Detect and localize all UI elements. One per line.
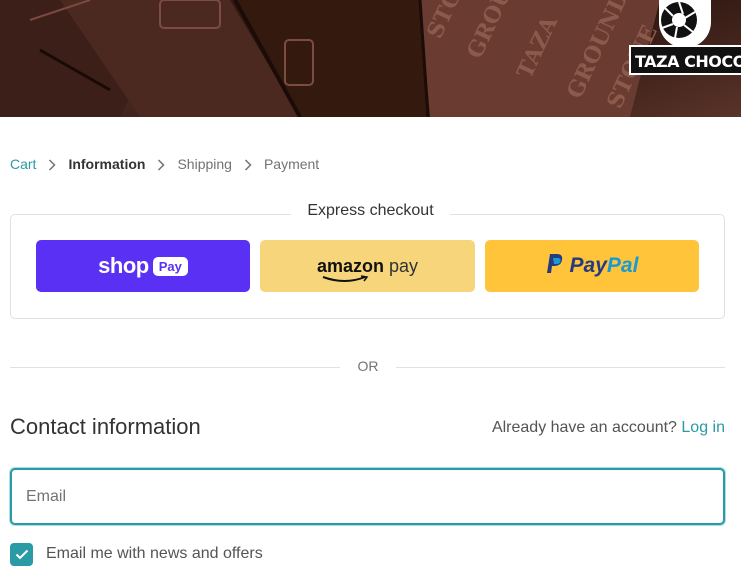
amazon-logo: amazon (316, 255, 384, 282)
paypal-wordmark: PayPal (570, 254, 639, 278)
contact-information-heading: Contact information (10, 414, 201, 439)
express-checkout-title-text: Express checkout (291, 202, 450, 219)
express-checkout-title: Express checkout (0, 202, 741, 220)
email-input[interactable] (10, 468, 725, 525)
paypal-icon (546, 253, 564, 280)
breadcrumb-shipping: Shipping (177, 156, 232, 172)
breadcrumb: Cart Information Shipping Payment (10, 154, 319, 174)
amazon-smile-icon (322, 274, 369, 282)
account-prompt: Already have an account? Log in (492, 419, 725, 437)
paypal-word-light: Pal (606, 254, 639, 277)
amazon-word: amazon (316, 255, 384, 276)
account-prompt-text: Already have an account? (491, 419, 677, 436)
breadcrumb-information: Information (68, 156, 146, 172)
newsletter-option[interactable]: Email me with news and offers (10, 542, 263, 566)
shop-pay-pill: Pay (152, 256, 188, 276)
amazon-pay-button[interactable]: amazon pay (260, 240, 475, 292)
divider-line-right (396, 367, 725, 368)
divider-line-left (10, 367, 340, 368)
breadcrumb-payment: Payment (263, 156, 320, 172)
shop-pay-button[interactable]: shop Pay (36, 240, 250, 292)
amazon-pay-suffix: pay (389, 255, 419, 276)
newsletter-label: Email me with news and offers (46, 545, 263, 562)
shop-pay-word: shop (98, 253, 149, 278)
chevron-right-icon (145, 156, 177, 172)
paypal-word-dark: Pay (569, 254, 607, 277)
breadcrumb-cart[interactable]: Cart (10, 156, 36, 172)
chevron-right-icon (232, 156, 264, 172)
newsletter-checkbox[interactable] (10, 542, 33, 566)
or-divider-label: OR (357, 358, 379, 374)
chevron-right-icon (36, 156, 68, 172)
aperture-icon (659, 0, 711, 48)
checkmark-icon (15, 549, 28, 559)
paypal-button[interactable]: PayPal (485, 240, 699, 292)
login-link[interactable]: Log in (681, 419, 725, 436)
header-banner-image: STONE GROUND TAZA GROUND STONE (0, 0, 741, 117)
brand-logo-text: TAZA CHOCOLA (629, 45, 741, 75)
brand-logo: TAZA CHOCOLA (629, 0, 741, 78)
checkout-page: STONE GROUND TAZA GROUND STONE (0, 0, 741, 578)
